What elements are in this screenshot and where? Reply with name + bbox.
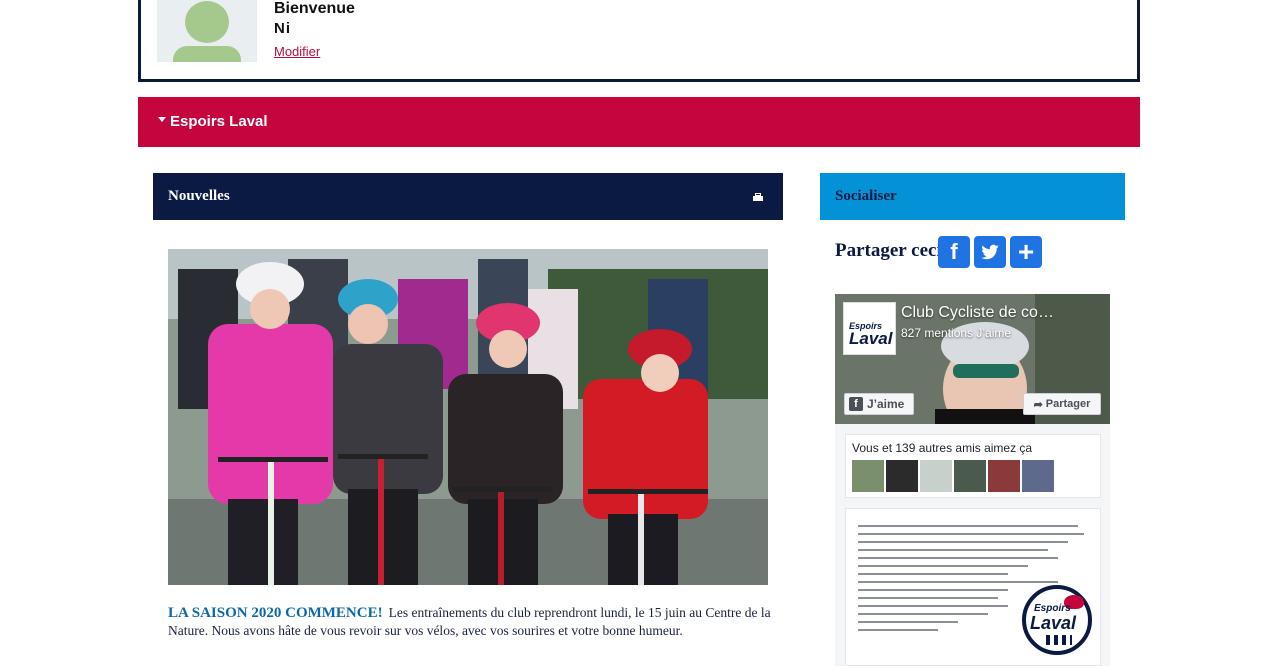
welcome-text: Bienvenue [274, 0, 355, 17]
facebook-page-name[interactable]: Club Cycliste de co… [901, 304, 1054, 322]
facebook-friends-box: Vous et 139 autres amis aimez ça [845, 434, 1101, 498]
user-name: Ni [274, 20, 291, 37]
avatar[interactable] [852, 460, 884, 492]
news-section-header: Nouvelles [153, 173, 783, 220]
share-facebook-button[interactable]: f [938, 236, 970, 268]
nav-item-label: Espoirs Laval [170, 113, 268, 130]
facebook-likes-count: 827 mentions J’aime [901, 326, 1012, 340]
facebook-icon: f [849, 397, 863, 411]
news-photo [168, 249, 768, 585]
facebook-share-button[interactable]: ➦ Partager [1023, 393, 1101, 415]
caret-down-icon [158, 117, 166, 122]
printer-icon[interactable] [753, 193, 763, 202]
social-section-header: Socialiser [820, 173, 1125, 220]
facebook-page-logo[interactable]: Espoirs Laval [843, 302, 896, 355]
share-more-button[interactable]: + [1010, 236, 1042, 268]
news-headline: LA SAISON 2020 COMMENCE! [168, 605, 383, 621]
avatar[interactable] [886, 460, 918, 492]
social-section-title: Socialiser [835, 188, 897, 204]
avatar [157, 0, 257, 62]
facebook-icon: f [950, 239, 958, 264]
share-label: Partager ceci [835, 240, 942, 261]
friends-like-text: Vous et 139 autres amis aimez ça [852, 441, 1033, 455]
club-logo: Espoirs Laval [1022, 585, 1092, 655]
twitter-icon [974, 236, 1006, 280]
news-article: LA SAISON 2020 COMMENCE! Les entraînement… [168, 604, 772, 639]
avatar[interactable] [988, 460, 1020, 492]
friend-avatars [852, 460, 1054, 492]
news-section-title: Nouvelles [168, 188, 230, 204]
facebook-like-button[interactable]: f J’aime [844, 393, 914, 415]
edit-profile-link[interactable]: Modifier [274, 44, 320, 59]
share-twitter-button[interactable] [974, 236, 1006, 268]
nav-item-espoirs-laval[interactable]: Espoirs Laval [158, 113, 268, 130]
facebook-post-image[interactable]: Espoirs Laval [845, 508, 1101, 666]
avatar[interactable] [920, 460, 952, 492]
avatar[interactable] [1022, 460, 1054, 492]
user-panel: Bienvenue Ni Modifier [138, 0, 1140, 82]
facebook-cover-photo: Espoirs Laval Club Cycliste de co… 827 m… [835, 294, 1110, 424]
share-arrow-icon: ➦ [1033, 398, 1043, 411]
facebook-page-widget[interactable]: Espoirs Laval Club Cycliste de co… 827 m… [835, 294, 1110, 666]
plus-icon: + [1017, 236, 1035, 267]
avatar[interactable] [954, 460, 986, 492]
main-nav-bar: Espoirs Laval [138, 97, 1140, 147]
